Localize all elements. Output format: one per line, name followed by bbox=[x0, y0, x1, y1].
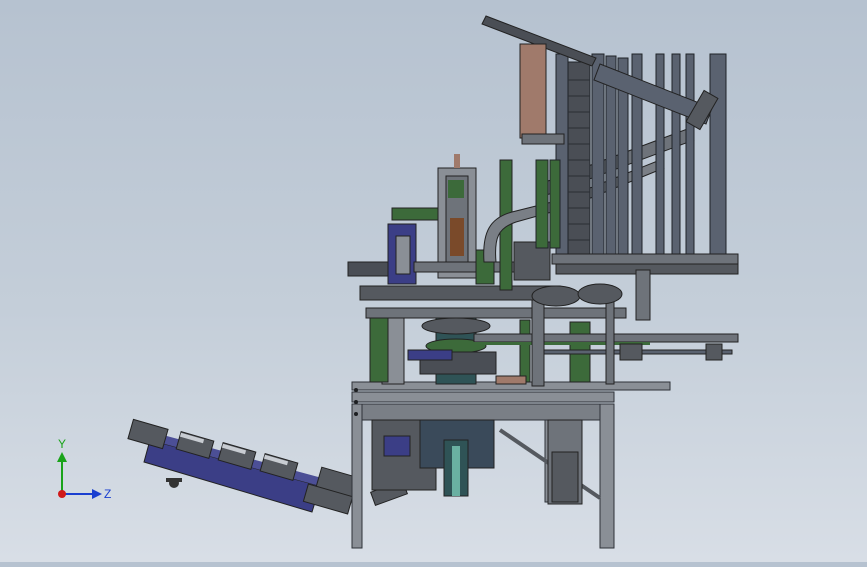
coordinate-triad: Y Z bbox=[57, 437, 111, 501]
assembly-model[interactable] bbox=[0, 0, 867, 562]
x-axis-icon bbox=[58, 490, 66, 498]
triad-y-label: Y bbox=[58, 437, 66, 451]
small-part bbox=[166, 478, 182, 488]
graphics-viewport[interactable]: Y Z bbox=[0, 0, 867, 562]
press-head bbox=[347, 154, 561, 301]
left-spring-stack bbox=[535, 159, 561, 249]
inclined-conveyor bbox=[127, 418, 409, 515]
central-column bbox=[369, 309, 591, 385]
triad-z-label: Z bbox=[104, 487, 111, 501]
